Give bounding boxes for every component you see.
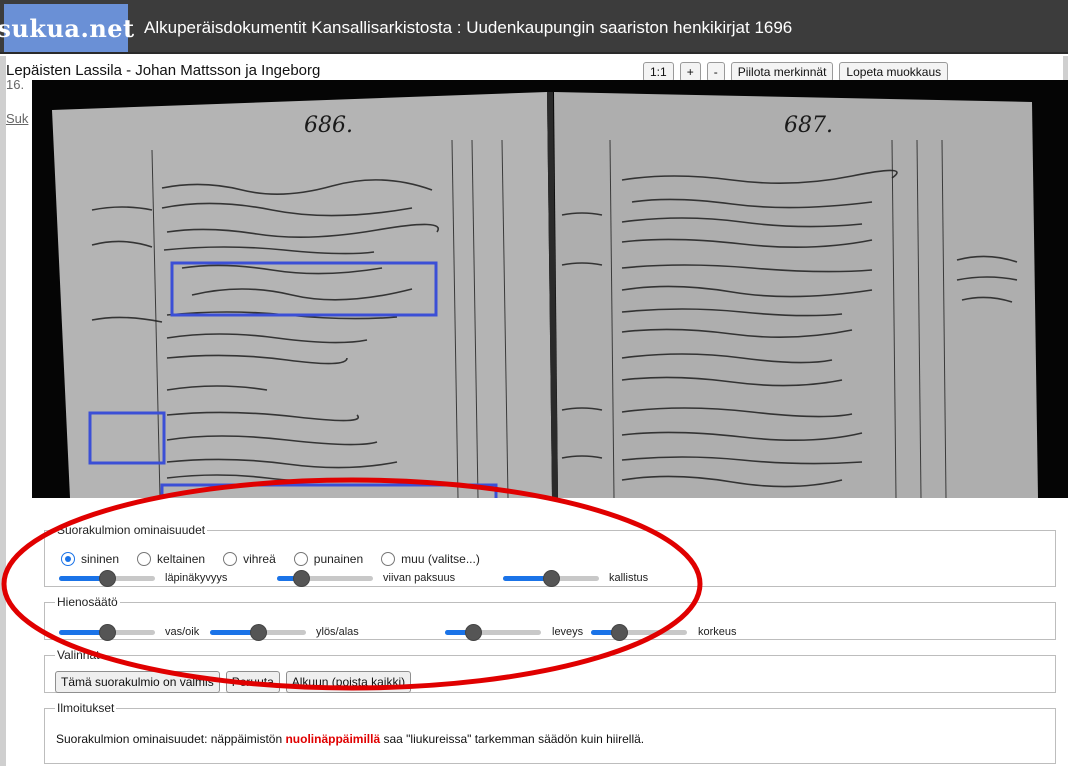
zoom-in-button[interactable]: + (679, 62, 701, 82)
red-annotation-ellipse (1, 477, 703, 691)
hide-marks-button[interactable]: Piilota merkinnät (730, 62, 834, 82)
document-viewer[interactable]: 686. 687. (32, 80, 1068, 498)
stop-edit-button[interactable]: Lopeta muokkaus (839, 62, 949, 82)
notice-text: Suorakulmion ominaisuudet: näppäimistön … (56, 732, 645, 746)
app-title: Alkuperäisdokumentit Kansallisarkistosta… (144, 18, 793, 37)
page-subtitle: 16. (6, 77, 25, 92)
scanned-document: 686. 687. (32, 80, 1068, 498)
page-heading: Lepäisten Lassila - Johan Mattsson ja In… (6, 62, 321, 79)
notices-legend: Ilmoitukset (57, 701, 115, 715)
right-page (554, 92, 1038, 498)
left-page-number: 686. (304, 113, 353, 138)
viewer-toolbar: 1:1 + - Piilota merkinnät Lopeta muokkau… (643, 62, 949, 82)
page-link[interactable]: Suk (6, 111, 28, 126)
notice-highlight: nuolinäppäimillä (285, 732, 381, 746)
site-logo[interactable]: sukua.net (0, 4, 134, 52)
top-bar: sukua.net Alkuperäisdokumentit Kansallis… (0, 0, 1068, 54)
zoom-reset-button[interactable]: 1:1 (643, 62, 674, 82)
right-page-number: 687. (784, 113, 833, 138)
zoom-out-button[interactable]: - (706, 62, 725, 82)
